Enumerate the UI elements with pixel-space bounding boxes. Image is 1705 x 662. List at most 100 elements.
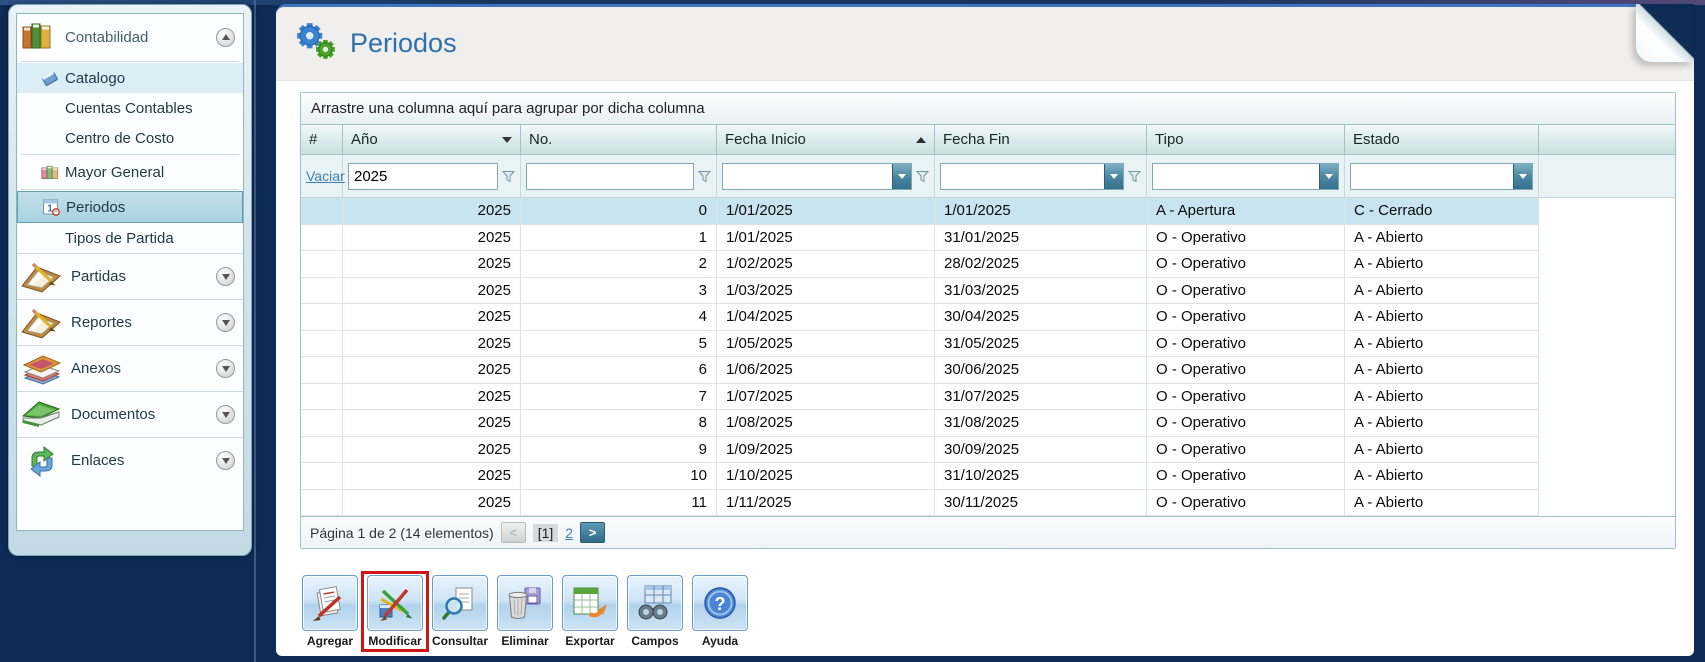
cell-ano: 2025 (343, 410, 521, 437)
cell-fecha-fin: 30/06/2025 (935, 357, 1147, 384)
chevron-down-icon (221, 411, 230, 418)
expand-section-button[interactable] (216, 451, 235, 470)
cell-estado: A - Abierto (1345, 330, 1539, 357)
table-row[interactable]: 2025 6 1/06/2025 30/06/2025 O - Operativ… (301, 357, 1675, 384)
pager-page-2-link[interactable]: 2 (565, 525, 573, 541)
table-row[interactable]: 2025 8 1/08/2025 31/08/2025 O - Operativ… (301, 410, 1675, 437)
column-header-tipo[interactable]: Tipo (1147, 125, 1345, 154)
cell-tipo: O - Operativo (1147, 224, 1345, 251)
dropdown-button[interactable] (1104, 163, 1123, 189)
filter-funnel-icon[interactable] (502, 170, 515, 183)
chevron-down-icon (898, 173, 906, 179)
filter-fecha-fin-input[interactable] (941, 163, 1104, 189)
cell-fecha-inicio: 1/08/2025 (717, 410, 935, 437)
dropdown-button[interactable] (1319, 163, 1338, 189)
table-row[interactable]: 2025 3 1/03/2025 31/03/2025 O - Operativ… (301, 277, 1675, 304)
table-row[interactable]: 2025 7 1/07/2025 31/07/2025 O - Operativ… (301, 383, 1675, 410)
filter-no-input[interactable] (526, 162, 694, 190)
sidebar-header-contabilidad[interactable]: Contabilidad (17, 14, 243, 60)
column-header-fecha-fin[interactable]: Fecha Fin (935, 125, 1147, 154)
filter-ano-input[interactable] (348, 162, 498, 190)
toolbar-label: Agregar (306, 634, 353, 648)
toolbar-item-eliminar[interactable]: Eliminar (495, 575, 555, 648)
table-row[interactable]: 2025 5 1/05/2025 31/05/2025 O - Operativ… (301, 330, 1675, 357)
toolbar-item-campos[interactable]: Campos (625, 575, 685, 648)
fields-binoculars-icon (627, 575, 683, 631)
toolbar-item-consultar[interactable]: Consultar (430, 575, 490, 648)
sidebar-item-cuentas-contables[interactable]: Cuentas Contables (17, 93, 243, 123)
sidebar-title: Contabilidad (65, 28, 149, 46)
expand-section-button[interactable] (216, 405, 235, 424)
collapse-group-button[interactable] (216, 27, 235, 47)
cell-fecha-fin: 31/10/2025 (935, 463, 1147, 490)
cell-estado: A - Abierto (1345, 251, 1539, 278)
filter-tipo-input[interactable] (1153, 163, 1319, 189)
cell-fecha-inicio: 1/04/2025 (717, 304, 935, 331)
expand-section-button[interactable] (216, 267, 235, 286)
column-header-filler (1539, 125, 1675, 154)
table-row[interactable]: 2025 2 1/02/2025 28/02/2025 O - Operativ… (301, 251, 1675, 278)
column-header-fecha-inicio[interactable]: Fecha Inicio (717, 125, 935, 154)
table-row[interactable]: 2025 10 1/10/2025 31/10/2025 O - Operati… (301, 463, 1675, 490)
page-title: Periodos (350, 28, 457, 58)
expand-section-button[interactable] (216, 359, 235, 378)
cell-tipo: O - Operativo (1147, 489, 1345, 516)
filter-estado-input[interactable] (1351, 163, 1513, 189)
dropdown-button[interactable] (1513, 163, 1532, 189)
view-search-icon (432, 575, 488, 631)
sidebar-item-catalogo[interactable]: Catalogo (17, 63, 243, 93)
action-toolbar: Agregar Modificar Consultar Eliminar Exp… (300, 571, 750, 652)
toolbar-item-exportar[interactable]: Exportar (560, 575, 620, 648)
table-row[interactable]: 2025 0 1/01/2025 1/01/2025 A - Apertura … (301, 198, 1675, 225)
chevron-up-icon (221, 34, 230, 40)
toolbar-label: Exportar (565, 634, 615, 648)
filter-fecha-inicio-input[interactable] (723, 163, 892, 189)
expand-section-button[interactable] (216, 313, 235, 332)
toolbar-item-agregar[interactable]: Agregar (300, 575, 360, 648)
cell-ano: 2025 (343, 304, 521, 331)
table-row[interactable]: 2025 1 1/01/2025 31/01/2025 O - Operativ… (301, 224, 1675, 251)
column-header-ano[interactable]: Año (343, 125, 521, 154)
column-header-no[interactable]: No. (521, 125, 717, 154)
table-row[interactable]: 2025 9 1/09/2025 30/09/2025 O - Operativ… (301, 436, 1675, 463)
filter-funnel-icon[interactable] (916, 170, 929, 183)
cell-fecha-inicio: 1/07/2025 (717, 383, 935, 410)
row-filler (1539, 198, 1675, 225)
sidebar-item-label: Catalogo (65, 69, 126, 87)
sidebar-section-partidas[interactable]: Partidas (17, 253, 243, 299)
clear-filters-link[interactable]: Vaciar (306, 168, 345, 184)
sidebar-section-enlaces[interactable]: Enlaces (17, 437, 243, 483)
sidebar-section-documentos[interactable]: Documentos (17, 391, 243, 437)
group-by-bar[interactable]: Arrastre una columna aquí para agrupar p… (301, 93, 1675, 125)
pager-next-button[interactable]: > (580, 522, 606, 543)
cell-fecha-fin: 30/11/2025 (935, 489, 1147, 516)
toolbar-item-modificar[interactable]: Modificar (361, 571, 429, 652)
sidebar-splitter[interactable] (254, 0, 256, 662)
ano-column-arrow-icon[interactable] (502, 136, 512, 143)
sidebar-item-centro-de-costo[interactable]: Centro de Costo (17, 123, 243, 153)
cell-fecha-fin: 31/03/2025 (935, 277, 1147, 304)
sidebar-item-tipos-de-partida[interactable]: Tipos de Partida (17, 223, 243, 253)
sidebar-item-mayor-general[interactable]: Mayor General (17, 156, 243, 188)
filter-cell-fecha-inicio (717, 155, 935, 197)
sidebar-section-anexos[interactable]: Anexos (17, 345, 243, 391)
dropdown-button[interactable] (892, 163, 911, 189)
table-row[interactable]: 2025 4 1/04/2025 30/04/2025 O - Operativ… (301, 304, 1675, 331)
column-header-num[interactable]: # (301, 125, 343, 154)
cell-fecha-inicio: 1/05/2025 (717, 330, 935, 357)
sidebar-item-periodos[interactable]: 1 Periodos (17, 191, 243, 223)
column-header-estado[interactable]: Estado (1345, 125, 1539, 154)
cell-ano: 2025 (343, 277, 521, 304)
grid-pager: Página 1 de 2 (14 elementos) < [1] 2 > (301, 516, 1675, 548)
chevron-down-icon (1519, 173, 1527, 179)
pager-current-page: [1] (532, 523, 559, 542)
table-row[interactable]: 2025 11 1/11/2025 30/11/2025 O - Operati… (301, 489, 1675, 516)
cell-num (301, 224, 343, 251)
filter-funnel-icon[interactable] (698, 170, 711, 183)
sidebar-section-reportes[interactable]: Reportes (17, 299, 243, 345)
folder-files-icon (19, 353, 65, 385)
cell-estado: C - Cerrado (1345, 198, 1539, 225)
pager-prev-button[interactable]: < (500, 522, 526, 543)
toolbar-item-ayuda[interactable]: ? Ayuda (690, 575, 750, 648)
filter-funnel-icon[interactable] (1128, 170, 1141, 183)
